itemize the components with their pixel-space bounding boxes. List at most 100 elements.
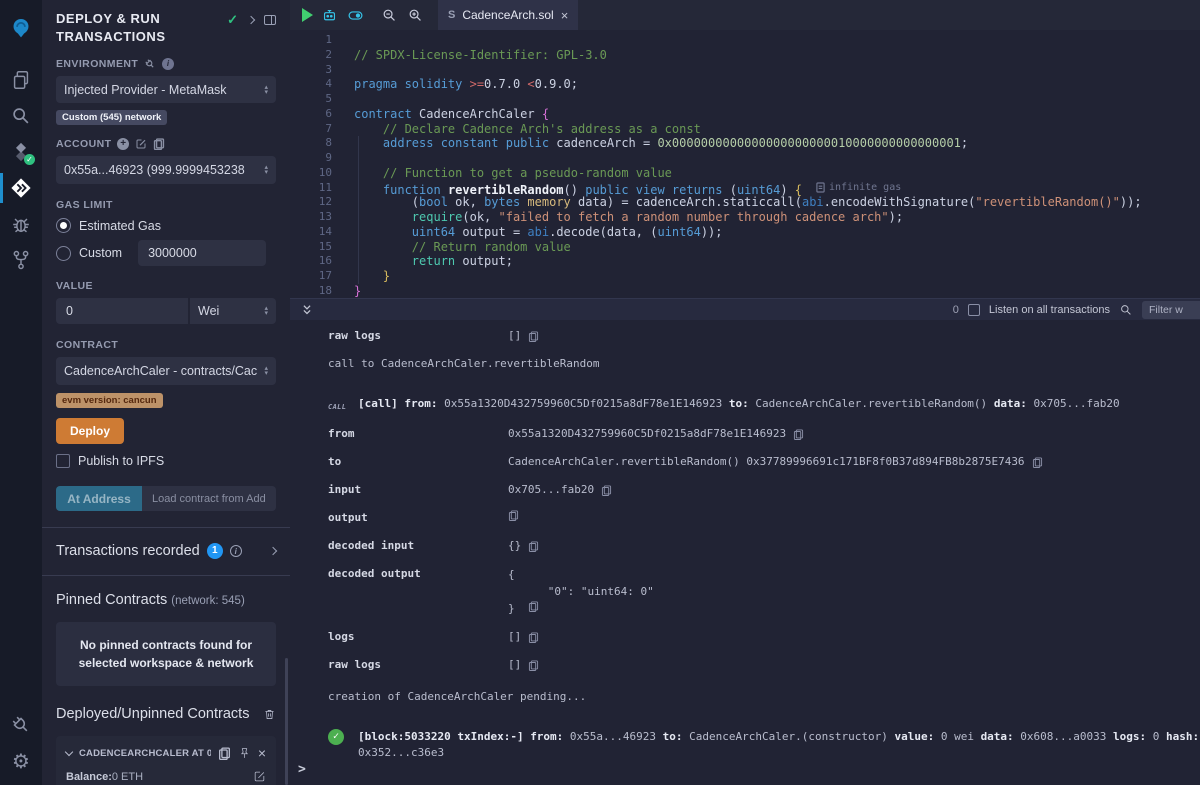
copy-icon[interactable] xyxy=(793,429,804,440)
settings-icon[interactable]: ⚙ xyxy=(0,743,42,779)
value-unit-select[interactable]: Wei ▴▾ xyxy=(190,298,276,324)
terminal-kv-row: toCadenceArchCaler.revertibleRandom() 0x… xyxy=(328,454,1200,470)
copy-icon[interactable] xyxy=(528,660,539,671)
terminal-row-label: to xyxy=(328,454,508,470)
line-number: 5 xyxy=(290,92,332,107)
clear-deployed-trash-icon[interactable] xyxy=(263,708,276,721)
line-number: 4 xyxy=(290,77,332,92)
gas-estimate-ghost: infinite gas xyxy=(816,181,901,196)
code-line: 16 return output; xyxy=(290,254,1200,269)
terminal-kv-row: logs[] xyxy=(328,629,1200,645)
remix-logo-icon xyxy=(0,2,42,54)
terminal-collapse-icon[interactable] xyxy=(300,303,314,317)
call-badge: CALL xyxy=(328,399,346,415)
at-address-input[interactable] xyxy=(142,486,276,511)
select-arrows-icon: ▴▾ xyxy=(264,85,268,95)
pin-contract-icon[interactable] xyxy=(238,747,251,760)
ai-assistant-icon[interactable] xyxy=(316,0,342,30)
terminal-kv-row: raw logs[] xyxy=(328,657,1200,673)
copy-icon[interactable] xyxy=(528,632,539,643)
custom-gas-input[interactable] xyxy=(138,240,266,266)
copy-icon[interactable] xyxy=(508,510,519,521)
value-input[interactable] xyxy=(56,298,188,324)
terminal-filter-input[interactable] xyxy=(1142,301,1200,319)
sign-message-icon[interactable] xyxy=(135,138,147,150)
copy-icon[interactable] xyxy=(1032,457,1043,468)
contract-label: CONTRACT xyxy=(56,339,118,351)
select-arrows-icon: ▴▾ xyxy=(264,366,268,376)
code-editor[interactable]: 12// SPDX-License-Identifier: GPL-3.034p… xyxy=(290,30,1200,298)
line-number: 18 xyxy=(290,284,332,298)
code-line: 1 xyxy=(290,33,1200,48)
terminal-row-label: raw logs xyxy=(328,657,508,673)
plugin-manager-icon[interactable] xyxy=(0,707,42,743)
copy-account-icon[interactable] xyxy=(153,138,165,150)
copilot-toggle-icon[interactable] xyxy=(342,0,368,30)
estimated-gas-radio[interactable]: Estimated Gas xyxy=(56,218,276,233)
pin-panel-icon[interactable] xyxy=(264,15,276,25)
terminal-row-value: { "0": "uint64: 0"} xyxy=(508,566,654,617)
copy-icon[interactable] xyxy=(601,485,612,496)
line-number: 2 xyxy=(290,48,332,63)
balance-value: 0 ETH xyxy=(112,771,143,783)
pinned-network-label: (network: 545) xyxy=(171,595,245,607)
run-script-icon[interactable] xyxy=(290,0,316,30)
copy-icon[interactable] xyxy=(528,541,539,552)
transactions-info-icon[interactable]: i xyxy=(230,545,242,557)
contract-select[interactable]: CadenceArchCaler - contracts/Cac ▴▾ xyxy=(56,357,276,385)
terminal-row-label: logs xyxy=(328,629,508,645)
remove-contract-icon[interactable]: × xyxy=(258,746,266,760)
terminal-row-label: decoded output xyxy=(328,566,508,582)
copy-address-icon[interactable] xyxy=(218,747,231,760)
terminal-search-icon[interactable] xyxy=(1119,303,1133,317)
code-line: 18} xyxy=(290,284,1200,298)
close-tab-icon[interactable]: × xyxy=(561,8,569,23)
terminal-row-value: 0x705...fab20 xyxy=(508,482,612,498)
terminal-row-label: decoded input xyxy=(328,538,508,554)
environment-select[interactable]: Injected Provider - MetaMask ▴▾ xyxy=(56,76,276,103)
code-line: 11 function revertibleRandom() public vi… xyxy=(290,181,1200,196)
deploy-button[interactable]: Deploy xyxy=(56,418,124,444)
account-select[interactable]: 0x55a...46923 (999.9999453238 ▴▾ xyxy=(56,156,276,184)
terminal-prompt[interactable]: > xyxy=(298,762,306,777)
git-icon[interactable] xyxy=(0,242,42,278)
code-line: 2// SPDX-License-Identifier: GPL-3.0 xyxy=(290,48,1200,63)
search-icon[interactable] xyxy=(0,98,42,134)
code-line: 5 xyxy=(290,92,1200,107)
forward-chevron-icon[interactable] xyxy=(247,16,255,24)
transactions-expand-icon[interactable] xyxy=(269,547,277,555)
solidity-compiler-icon[interactable]: ✓ xyxy=(0,134,42,170)
add-account-icon[interactable]: + xyxy=(117,138,129,150)
line-number: 15 xyxy=(290,240,332,255)
terminal-row-label: from xyxy=(328,426,508,442)
file-explorer-icon[interactable] xyxy=(0,62,42,98)
edit-balance-icon[interactable] xyxy=(253,770,266,783)
terminal-call-entry[interactable]: CALL[call] from: 0x55a1320D432759960C5Df… xyxy=(328,396,1200,412)
tab-cadencearch-sol[interactable]: S CadenceArch.sol × xyxy=(438,0,578,30)
code-line: 3 xyxy=(290,63,1200,78)
copy-icon[interactable] xyxy=(528,601,539,612)
environment-info-icon[interactable]: i xyxy=(162,58,174,70)
terminal-block-entry[interactable]: ✓[block:5033220 txIndex:-] from: 0x55a..… xyxy=(328,729,1200,761)
terminal-items: raw logs[]call to CadenceArchCaler.rever… xyxy=(328,328,1200,761)
line-number: 6 xyxy=(290,107,332,122)
terminal-row-label: output xyxy=(328,510,508,526)
environment-label: ENVIRONMENT xyxy=(56,58,138,70)
terminal-row-value: [] xyxy=(508,629,539,645)
custom-gas-radio[interactable]: Custom xyxy=(56,240,276,266)
line-number: 7 xyxy=(290,122,332,137)
listen-all-checkbox[interactable] xyxy=(968,304,980,316)
zoom-in-icon[interactable] xyxy=(402,0,428,30)
line-number: 13 xyxy=(290,210,332,225)
side-panel-scrollbar[interactable] xyxy=(285,658,288,785)
at-address-button[interactable]: At Address xyxy=(56,486,142,511)
line-number: 12 xyxy=(290,195,332,210)
collapse-contract-icon[interactable] xyxy=(65,747,73,755)
publish-ipfs-checkbox[interactable]: Publish to IPFS xyxy=(56,454,276,468)
line-number: 8 xyxy=(290,136,332,151)
deploy-run-icon[interactable] xyxy=(0,170,42,206)
debugger-icon[interactable] xyxy=(0,206,42,242)
line-number: 17 xyxy=(290,269,332,284)
copy-icon[interactable] xyxy=(528,331,539,342)
zoom-out-icon[interactable] xyxy=(376,0,402,30)
